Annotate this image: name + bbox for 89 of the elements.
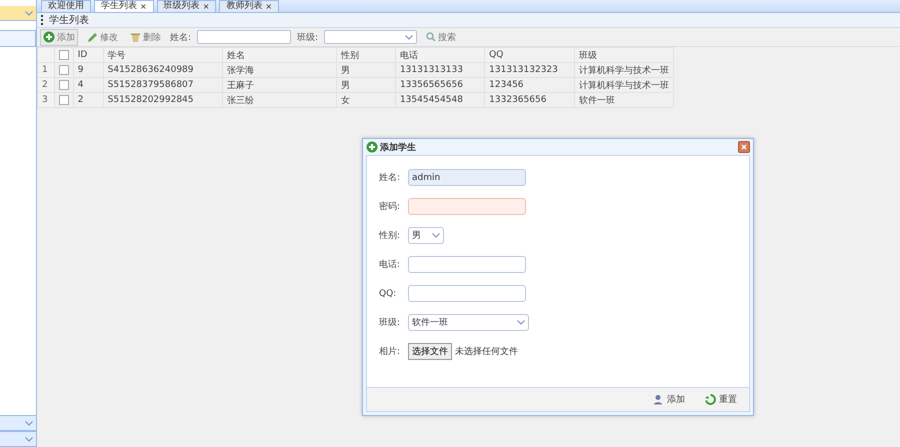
dropdown-icon xyxy=(517,320,525,325)
table-cell: 男 xyxy=(336,62,396,78)
table-cell: 计算机科学与技术一班 xyxy=(574,78,674,92)
accordion-header[interactable] xyxy=(0,415,36,431)
column-header[interactable]: 班级 xyxy=(574,48,674,62)
row-checkbox[interactable] xyxy=(58,64,69,75)
column-header[interactable]: 学号 xyxy=(103,48,223,62)
table-cell: 张三纷 xyxy=(222,92,337,108)
column-header[interactable]: 姓名 xyxy=(222,48,337,62)
add-icon xyxy=(43,31,55,43)
choose-file-button[interactable]: 选择文件 xyxy=(408,343,452,360)
recycle-icon xyxy=(705,394,716,405)
dropdown-icon xyxy=(405,34,414,40)
column-header[interactable]: 电话 xyxy=(395,48,485,62)
table-cell: 4 xyxy=(73,78,104,92)
column-header[interactable]: ID xyxy=(73,48,104,62)
input-field[interactable] xyxy=(408,256,526,273)
input-field[interactable] xyxy=(408,285,526,302)
delete-button[interactable]: 删除 xyxy=(127,28,164,46)
dialog-title: 添加学生 xyxy=(380,141,416,154)
table-cell: 1332365656 xyxy=(484,92,574,108)
table-cell: 王麻子 xyxy=(222,78,337,92)
table-cell: S51528202992845 xyxy=(103,92,223,108)
search-button[interactable]: 搜索 xyxy=(423,28,460,46)
tab-close-button[interactable]: × xyxy=(202,1,210,12)
collapse-icon xyxy=(25,10,33,16)
tab[interactable]: 班级列表 × xyxy=(156,0,216,12)
add-button[interactable]: 添加 xyxy=(40,28,78,46)
class-select[interactable] xyxy=(324,30,418,44)
table-cell: S51528379586807 xyxy=(103,78,223,92)
accordion-header[interactable] xyxy=(0,431,36,447)
row-number: 2 xyxy=(38,78,54,92)
edit-button[interactable]: 修改 xyxy=(84,28,121,46)
column-header[interactable]: 性别 xyxy=(336,48,396,62)
close-icon xyxy=(741,144,747,150)
row-checkbox[interactable] xyxy=(58,80,69,90)
input-field[interactable] xyxy=(408,198,526,215)
tab[interactable]: 教师列表 × xyxy=(219,0,280,12)
table-cell: 张学海 xyxy=(222,62,337,78)
field-label: 电话: xyxy=(379,258,402,271)
table-cell: 软件一班 xyxy=(574,92,674,108)
select-field[interactable]: 男 xyxy=(408,227,444,244)
tab[interactable]: 欢迎使用 xyxy=(41,0,91,12)
field-label: 性别: xyxy=(379,230,402,242)
field-label: 姓名: xyxy=(379,172,402,184)
field-label: QQ: xyxy=(379,288,398,298)
table-cell: S41528636240989 xyxy=(103,62,223,78)
grip-icon xyxy=(41,15,45,25)
name-label: 姓名: xyxy=(170,32,192,44)
user-icon xyxy=(653,394,664,405)
expand-icon xyxy=(25,420,33,426)
trash-icon xyxy=(130,32,141,42)
class-label: 班级: xyxy=(297,32,318,44)
expand-icon xyxy=(25,436,33,442)
tab[interactable]: 学生列表 × xyxy=(94,0,154,12)
select-all-checkbox[interactable] xyxy=(58,50,69,60)
table-cell: 计算机科学与技术一班 xyxy=(574,62,674,78)
tab-close-button[interactable]: × xyxy=(265,1,272,12)
table-cell: 131313132323 xyxy=(484,62,574,78)
table-cell: 13356565656 xyxy=(395,78,485,92)
table-cell: 2 xyxy=(73,92,104,108)
sidebar-item[interactable] xyxy=(0,30,36,47)
column-header[interactable]: QQ xyxy=(484,48,574,62)
panel-title: 学生列表 xyxy=(49,14,89,27)
row-checkbox[interactable] xyxy=(58,94,69,105)
pencil-icon xyxy=(87,32,98,42)
row-number: 3 xyxy=(38,92,54,108)
tab-close-button[interactable]: × xyxy=(140,1,147,12)
table-cell: 女 xyxy=(336,92,396,108)
table-cell: 13545454548 xyxy=(395,92,485,108)
table-cell: 9 xyxy=(73,62,104,78)
select-field[interactable]: 软件一班 xyxy=(408,314,529,331)
row-number: 1 xyxy=(38,62,54,78)
table-cell: 男 xyxy=(336,78,396,92)
table-cell: 123456 xyxy=(484,78,574,92)
close-button[interactable] xyxy=(738,141,750,153)
name-field[interactable] xyxy=(197,30,292,44)
accordion-header[interactable] xyxy=(0,6,36,21)
field-label: 班级: xyxy=(379,316,402,329)
field-label: 密码: xyxy=(379,200,402,213)
field-label: 相片: xyxy=(379,346,402,358)
file-status: 未选择任何文件 xyxy=(455,346,518,358)
dropdown-icon xyxy=(432,233,440,238)
table-cell: 13131313133 xyxy=(395,62,485,78)
search-icon xyxy=(426,32,436,42)
input-field[interactable]: admin xyxy=(408,169,526,186)
add-button[interactable]: 添加 xyxy=(647,392,691,407)
reset-button[interactable]: 重置 xyxy=(699,392,743,407)
add-icon xyxy=(366,141,378,153)
